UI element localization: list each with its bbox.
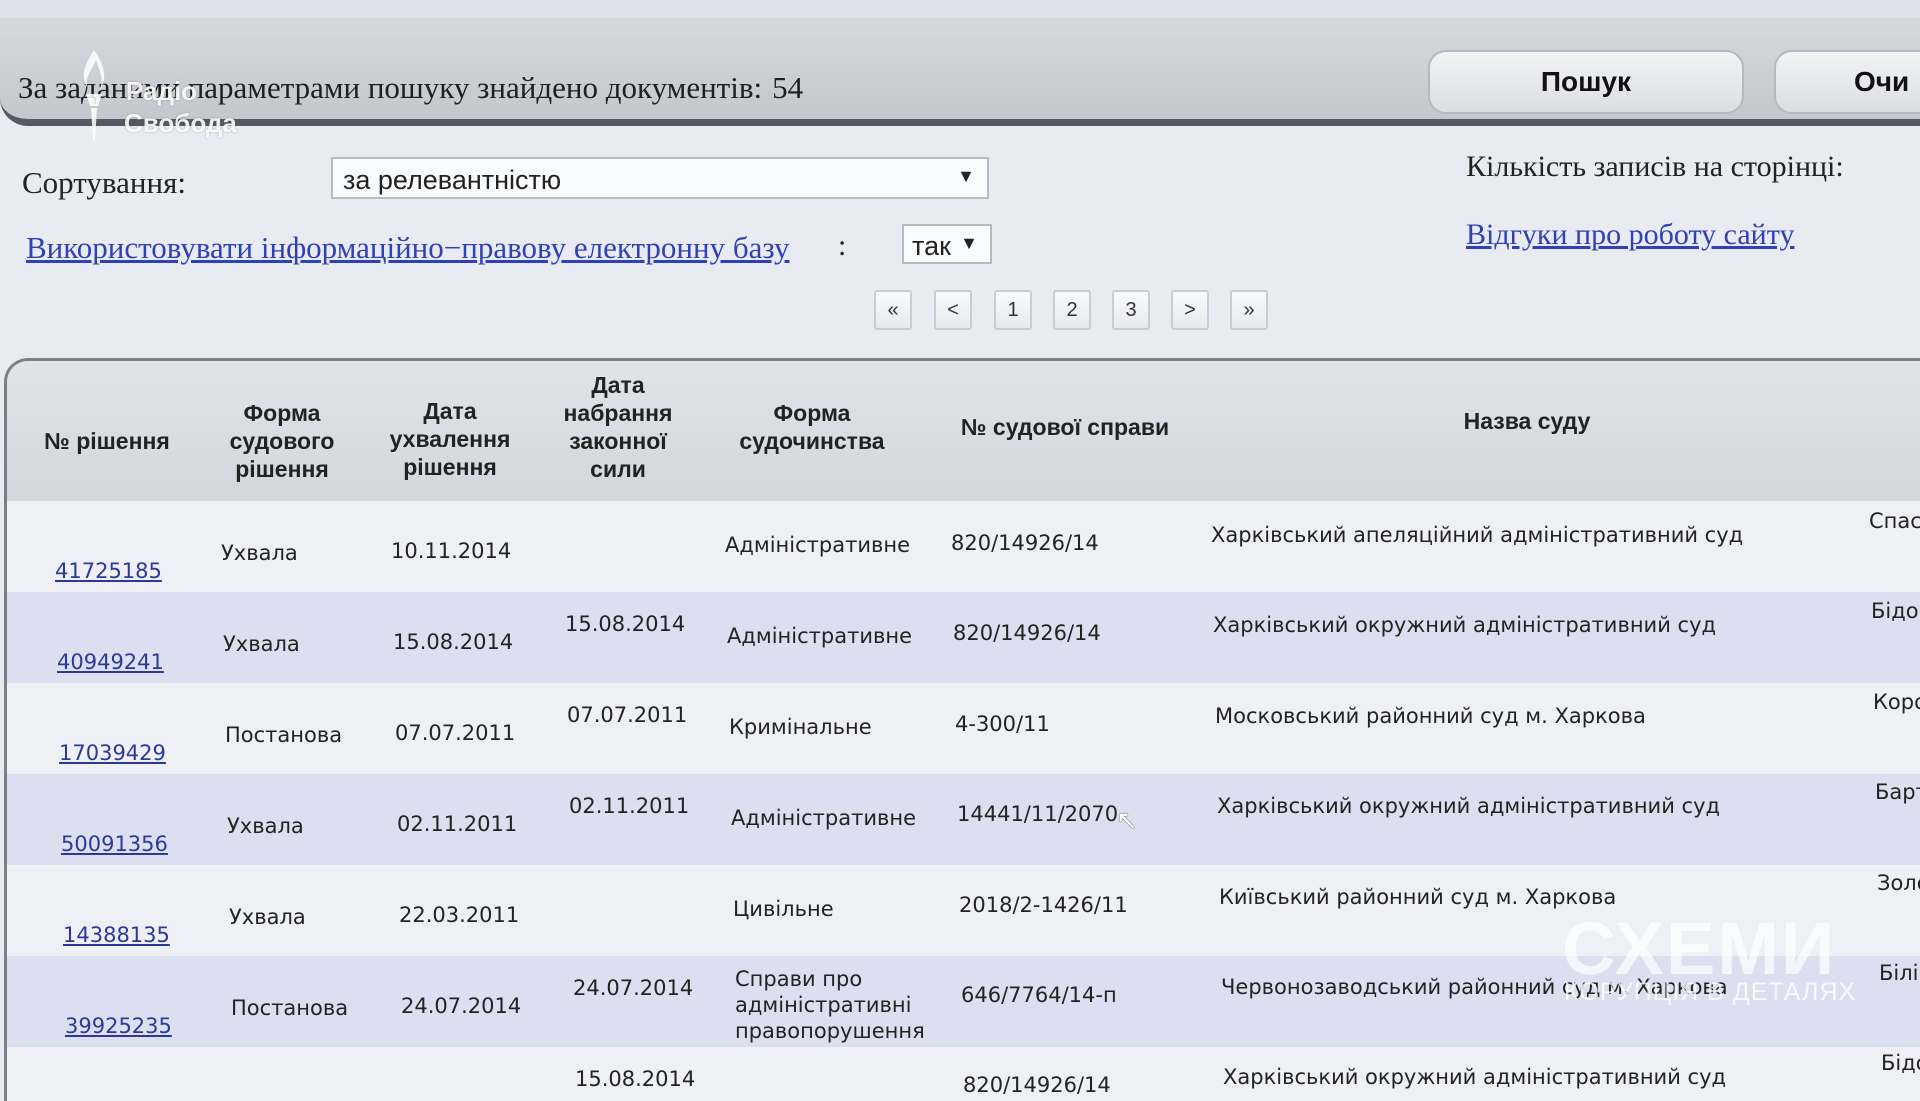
table-header: № рішення Форма судового рішення Дата ух… (7, 361, 1920, 501)
decision-form-cell: Ухвала (227, 814, 304, 838)
proceeding-form-cell: Цивільне (733, 897, 834, 921)
case-number-cell: 2018/2-1426/11 (959, 893, 1128, 917)
legal-database-colon: : (838, 229, 847, 262)
column-header-case-number[interactable]: № судової справи (945, 413, 1185, 441)
case-number-cell: 820/14926/14 (963, 1073, 1111, 1097)
schemes-watermark-subtitle: КОРУПЦІЯ В ДЕТАЛЯХ (1564, 978, 1857, 1006)
logo-line2: Свобода (124, 108, 237, 138)
case-number-cell: 14441/11/2070 (957, 802, 1119, 826)
search-results-header: За заданими параметрами пошуку знайдено … (0, 18, 1920, 126)
records-per-page-label: Кількість записів на сторінці: (1466, 150, 1844, 183)
proceeding-form-cell: Адміністративне (727, 624, 913, 648)
proceeding-form-cell: Адміністративне (731, 806, 917, 830)
adoption-date-cell: 07.07.2011 (395, 721, 516, 745)
mouse-cursor-icon: ↖ (1116, 806, 1138, 835)
legal-database-value: так (912, 231, 951, 261)
pagination-page-3[interactable]: 3 (1112, 290, 1150, 330)
proceeding-form-cell: Кримінальне (729, 715, 872, 739)
table-row: 41725185 Ухвала 10.11.2014 Адміністративне 8… (7, 501, 1920, 593)
pagination-next-button[interactable]: > (1171, 290, 1209, 330)
decision-number-link[interactable]: 40949241 (57, 650, 164, 674)
decision-form-cell: Ухвала (223, 632, 300, 656)
proceeding-form-cell: Адміністративне (725, 533, 911, 557)
sort-select[interactable]: за релевантністю ▼ (331, 157, 989, 199)
sort-label: Сортування: (22, 165, 186, 200)
court-name-cell: Харківський апеляційний адміністративний… (1211, 523, 1744, 547)
column-header-adoption-date[interactable]: Дата ухвалення рішення (375, 397, 525, 481)
search-button[interactable]: Пошук (1428, 50, 1744, 114)
decision-form-cell: Ухвала (221, 541, 298, 565)
torch-icon (83, 50, 105, 140)
judge-name-cell: Золот (1877, 871, 1920, 895)
legal-database-link[interactable]: Використовувати інформаційно−правову еле… (26, 230, 789, 266)
feedback-link[interactable]: Відгуки про роботу сайту (1466, 218, 1794, 252)
sort-value: за релевантністю (343, 165, 562, 195)
legal-force-date-cell: 24.07.2014 (573, 976, 694, 1000)
adoption-date-cell: 22.03.2011 (399, 903, 520, 927)
judge-name-cell: Спасс (1869, 509, 1920, 533)
decision-number-link[interactable]: 41725185 (55, 559, 162, 583)
adoption-date-cell: 10.11.2014 (391, 539, 512, 563)
column-header-proceeding-form[interactable]: Форма судочинства (727, 399, 897, 455)
pagination-prev-button[interactable]: < (934, 290, 972, 330)
decision-number-link[interactable]: 50091356 (61, 832, 168, 856)
case-number-cell: 820/14926/14 (951, 531, 1099, 555)
legal-force-date-cell: 15.08.2014 (575, 1067, 696, 1091)
legal-force-date-cell: 02.11.2011 (569, 794, 690, 818)
logo-line1: Радіо (126, 76, 198, 106)
decision-form-cell: Ухвала (229, 905, 306, 929)
adoption-date-cell: 15.08.2014 (393, 630, 514, 654)
column-header-legal-force-date[interactable]: Дата набрання законної сили (545, 371, 691, 483)
case-number-cell: 646/7764/14-п (961, 983, 1117, 1007)
adoption-date-cell: 24.07.2014 (401, 994, 522, 1018)
decision-number-link[interactable]: 17039429 (59, 741, 166, 765)
court-name-cell: Харківський окружний адміністративний су… (1223, 1065, 1727, 1089)
results-count: 54 (772, 70, 804, 105)
judge-name-cell: Барто (1875, 780, 1920, 804)
dropdown-arrow-icon: ▼ (957, 166, 975, 186)
court-name-cell: Київський районний суд м. Харкова (1219, 885, 1617, 909)
legal-force-date-cell: 07.07.2011 (567, 703, 688, 727)
legal-database-select[interactable]: так ▼ (902, 224, 992, 264)
pagination-page-1[interactable]: 1 (994, 290, 1032, 330)
table-row: 50091356 Ухвала 02.11.2011 02.11.2011 Адміні… (7, 774, 1920, 866)
judge-name-cell: Корот (1873, 690, 1920, 714)
decision-form-cell: Постанова (225, 723, 343, 747)
column-header-decision-form[interactable]: Форма судового рішення (207, 399, 357, 483)
judge-name-cell: Бідон (1881, 1051, 1920, 1075)
column-header-decision-number[interactable]: № рішення (27, 427, 187, 455)
case-number-cell: 820/14926/14 (953, 621, 1101, 645)
table-row: 15.08.2014 820/14926/14 Харківський окружн… (7, 1047, 1920, 1101)
table-row: 17039429 Постанова 07.07.2011 07.07.2011 Кри… (7, 683, 1920, 775)
case-number-cell: 4-300/11 (955, 712, 1050, 736)
top-strip (0, 0, 1920, 18)
decision-form-cell: Постанова (231, 996, 349, 1020)
court-name-cell: Харківський окружний адміністративний су… (1217, 794, 1721, 818)
pagination-last-button[interactable]: » (1230, 290, 1268, 330)
pagination-first-button[interactable]: « (874, 290, 912, 330)
pagination-page-2[interactable]: 2 (1053, 290, 1091, 330)
column-header-court-name[interactable]: Назва суду (1427, 407, 1627, 435)
court-name-cell: Харківський окружний адміністративний су… (1213, 613, 1717, 637)
decision-number-link[interactable]: 14388135 (63, 923, 170, 947)
court-name-cell: Московський районний суд м. Харкова (1215, 704, 1646, 728)
decision-number-link[interactable]: 39925235 (65, 1014, 172, 1038)
legal-force-date-cell: 15.08.2014 (565, 612, 686, 636)
judge-name-cell: Білінс (1879, 961, 1920, 985)
judge-name-cell: Бідон (1871, 599, 1920, 623)
radio-svoboda-logo: Радіо Свобода (74, 46, 274, 146)
table-row: 40949241 Ухвала 15.08.2014 15.08.2014 Адміні… (7, 592, 1920, 684)
proceeding-form-cell: Справи про адміністративні правопорушенн… (735, 967, 925, 1043)
dropdown-arrow-icon: ▼ (960, 233, 978, 253)
adoption-date-cell: 02.11.2011 (397, 812, 518, 836)
clear-button[interactable]: Очи (1774, 50, 1920, 114)
